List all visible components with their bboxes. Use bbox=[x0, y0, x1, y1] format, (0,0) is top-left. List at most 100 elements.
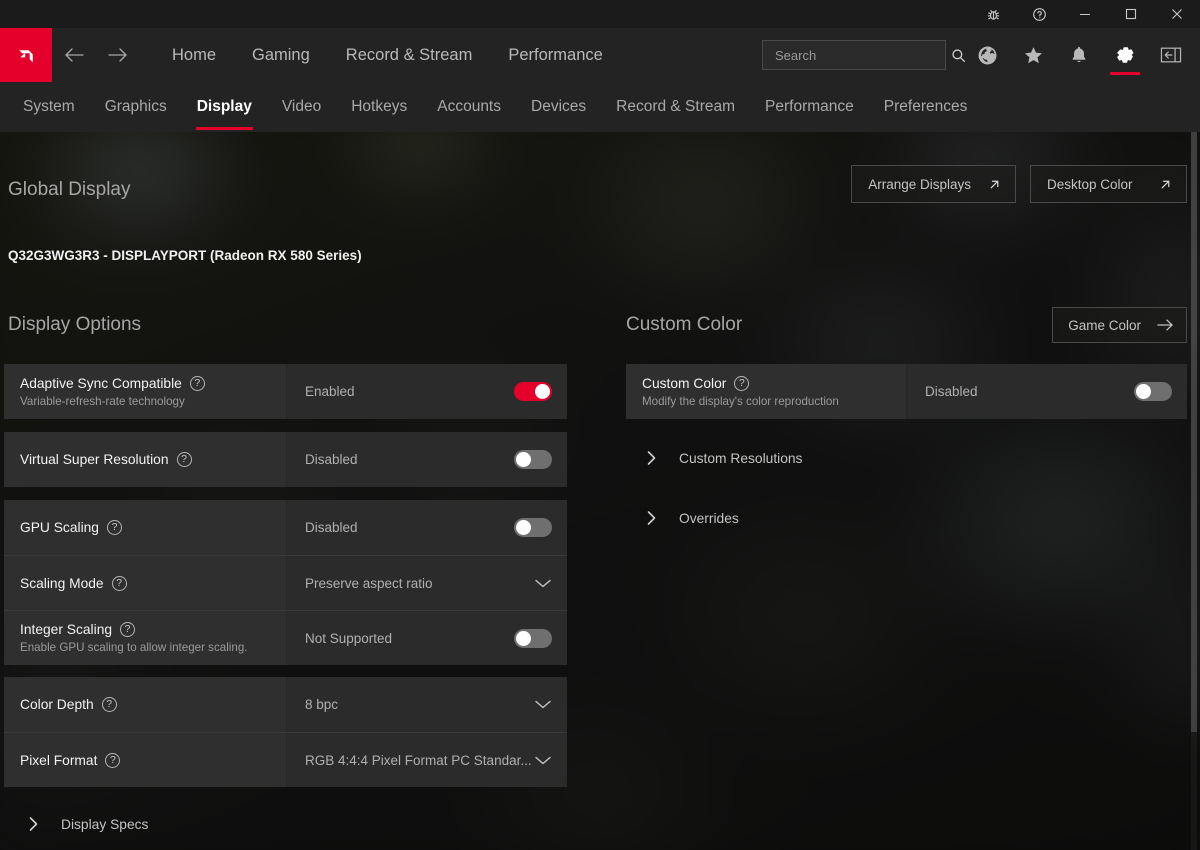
setting-row-pixel-format[interactable]: Pixel Format ? RGB 4:4:4 Pixel Format PC… bbox=[4, 732, 567, 787]
setting-value-cell[interactable]: Preserve aspect ratio bbox=[287, 556, 567, 610]
minimize-icon[interactable] bbox=[1062, 0, 1108, 28]
setting-value: Disabled bbox=[925, 384, 978, 399]
setting-value-cell[interactable]: Disabled bbox=[907, 364, 1187, 419]
help-icon[interactable] bbox=[1016, 0, 1062, 28]
setting-label: Scaling Mode bbox=[20, 575, 104, 591]
panel-collapse-icon[interactable] bbox=[1148, 28, 1194, 82]
nav-right-cluster bbox=[762, 28, 1200, 82]
tab-system[interactable]: System bbox=[8, 82, 90, 132]
setting-value: Disabled bbox=[305, 520, 358, 535]
help-icon[interactable]: ? bbox=[106, 520, 122, 535]
bell-icon[interactable] bbox=[1056, 28, 1102, 82]
chevron-right-icon bbox=[646, 510, 657, 526]
help-icon[interactable]: ? bbox=[176, 452, 192, 467]
global-display-title: Global Display bbox=[8, 179, 131, 200]
setting-row-integer-scaling[interactable]: Integer Scaling ? Enable GPU scaling to … bbox=[4, 610, 567, 665]
game-color-button[interactable]: Game Color bbox=[1052, 307, 1187, 343]
setting-sublabel: Enable GPU scaling to allow integer scal… bbox=[20, 641, 248, 654]
star-icon[interactable] bbox=[1010, 28, 1056, 82]
tab-devices[interactable]: Devices bbox=[516, 82, 601, 132]
setting-row-gpu-scaling[interactable]: GPU Scaling ? Disabled bbox=[4, 500, 567, 555]
help-icon[interactable]: ? bbox=[120, 622, 136, 637]
toggle-custom-color[interactable] bbox=[1134, 382, 1172, 401]
toggle-gpu-scaling[interactable] bbox=[514, 518, 552, 537]
close-icon[interactable] bbox=[1154, 0, 1200, 28]
setting-value: Not Supported bbox=[305, 630, 393, 646]
setting-row-custom-color[interactable]: Custom Color ? Modify the display's colo… bbox=[626, 364, 1187, 419]
toggle-virtual-super-resolution[interactable] bbox=[514, 450, 552, 469]
setting-row-scaling-mode[interactable]: Scaling Mode ? Preserve aspect ratio bbox=[4, 555, 567, 610]
setting-value-cell[interactable]: Disabled bbox=[287, 500, 567, 555]
help-icon[interactable]: ? bbox=[101, 697, 117, 712]
globe-icon[interactable] bbox=[964, 28, 1010, 82]
desktop-color-label: Desktop Color bbox=[1047, 176, 1133, 192]
display-options-title: Display Options bbox=[8, 314, 142, 335]
tab-graphics[interactable]: Graphics bbox=[90, 82, 182, 132]
setting-row-virtual-super-resolution[interactable]: Virtual Super Resolution ? Disabled bbox=[4, 432, 567, 487]
expander-custom-resolutions[interactable]: Custom Resolutions bbox=[628, 444, 802, 472]
setting-value: RGB 4:4:4 Pixel Format PC Standar... bbox=[305, 752, 532, 768]
search-input[interactable] bbox=[775, 47, 951, 63]
tab-performance[interactable]: Performance bbox=[750, 82, 869, 132]
setting-label-cell: GPU Scaling ? bbox=[4, 500, 287, 555]
setting-value-cell[interactable]: RGB 4:4:4 Pixel Format PC Standar... bbox=[287, 733, 567, 787]
chevron-down-icon[interactable] bbox=[534, 578, 552, 589]
setting-label-cell: Color Depth ? bbox=[4, 677, 287, 732]
setting-sublabel: Modify the display's color reproduction bbox=[642, 394, 839, 408]
search-box[interactable] bbox=[762, 40, 966, 70]
custom-color-title: Custom Color bbox=[626, 314, 743, 335]
expander-label: Overrides bbox=[679, 510, 739, 526]
setting-label: GPU Scaling bbox=[20, 520, 99, 535]
setting-label: Color Depth bbox=[20, 697, 94, 712]
help-icon[interactable]: ? bbox=[111, 575, 127, 591]
scrollbar-thumb[interactable] bbox=[1191, 132, 1197, 732]
chevron-down-icon[interactable] bbox=[534, 699, 552, 710]
toggle-integer-scaling[interactable] bbox=[514, 628, 552, 648]
nav-link-home[interactable]: Home bbox=[154, 28, 234, 82]
tab-preferences[interactable]: Preferences bbox=[869, 82, 983, 132]
expander-label: Custom Resolutions bbox=[679, 450, 803, 466]
card-custom-color: Custom Color ? Modify the display's colo… bbox=[626, 364, 1187, 419]
setting-row-adaptive-sync[interactable]: Adaptive Sync Compatible ? Variable-refr… bbox=[4, 364, 567, 419]
tab-record-and-stream[interactable]: Record & Stream bbox=[601, 82, 750, 132]
toggle-adaptive-sync[interactable] bbox=[514, 382, 552, 401]
setting-value-cell[interactable]: Enabled bbox=[287, 364, 567, 419]
content-scrollbar[interactable] bbox=[1191, 132, 1197, 850]
chevron-right-icon bbox=[28, 816, 39, 832]
back-arrow-icon[interactable] bbox=[52, 28, 96, 82]
maximize-icon[interactable] bbox=[1108, 0, 1154, 28]
setting-label: Custom Color bbox=[642, 375, 727, 391]
setting-label: Virtual Super Resolution bbox=[20, 452, 169, 467]
gear-icon[interactable] bbox=[1102, 28, 1148, 82]
setting-value-cell[interactable]: Disabled bbox=[287, 432, 567, 487]
arrange-displays-label: Arrange Displays bbox=[868, 176, 971, 192]
chevron-down-icon[interactable] bbox=[534, 755, 552, 766]
help-icon[interactable]: ? bbox=[189, 375, 205, 391]
chevron-right-icon bbox=[646, 450, 657, 466]
expander-label: Display Specs bbox=[61, 816, 149, 832]
amd-logo-icon[interactable] bbox=[0, 28, 52, 82]
help-icon[interactable]: ? bbox=[105, 752, 121, 768]
setting-label-cell: Pixel Format ? bbox=[4, 733, 287, 787]
setting-label-cell: Integer Scaling ? Enable GPU scaling to … bbox=[4, 611, 287, 665]
main-navbar: Home Gaming Record & Stream Performance bbox=[0, 28, 1200, 82]
tab-display[interactable]: Display bbox=[182, 82, 267, 132]
nav-link-gaming[interactable]: Gaming bbox=[234, 28, 328, 82]
nav-link-performance[interactable]: Performance bbox=[490, 28, 620, 82]
setting-row-color-depth[interactable]: Color Depth ? 8 bpc bbox=[4, 677, 567, 732]
setting-value-cell[interactable]: Not Supported bbox=[287, 611, 567, 665]
bug-icon[interactable] bbox=[970, 0, 1016, 28]
forward-arrow-icon[interactable] bbox=[96, 28, 140, 82]
settings-subnav: System Graphics Display Video Hotkeys Ac… bbox=[0, 82, 1200, 132]
tab-hotkeys[interactable]: Hotkeys bbox=[336, 82, 422, 132]
expander-display-specs[interactable]: Display Specs bbox=[10, 810, 148, 838]
help-icon[interactable]: ? bbox=[734, 375, 750, 391]
tab-video[interactable]: Video bbox=[267, 82, 336, 132]
expander-overrides[interactable]: Overrides bbox=[628, 504, 739, 532]
setting-label-cell: Scaling Mode ? bbox=[4, 556, 287, 610]
arrange-displays-button[interactable]: Arrange Displays bbox=[851, 165, 1016, 203]
tab-accounts[interactable]: Accounts bbox=[422, 82, 516, 132]
setting-value-cell[interactable]: 8 bpc bbox=[287, 677, 567, 732]
desktop-color-button[interactable]: Desktop Color bbox=[1030, 165, 1187, 203]
nav-link-record-and-stream[interactable]: Record & Stream bbox=[328, 28, 491, 82]
